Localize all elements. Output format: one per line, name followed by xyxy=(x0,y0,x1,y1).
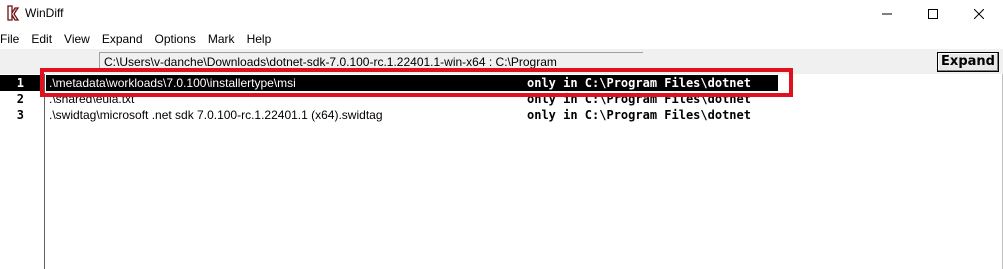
menu-help[interactable]: Help xyxy=(247,29,272,49)
close-icon xyxy=(974,8,984,19)
menu-bar: File Edit View Expand Options Mark Help xyxy=(0,29,283,49)
windiff-app-icon[interactable] xyxy=(6,5,20,21)
row-status: only in C:\Program Files\dotnet xyxy=(527,108,751,122)
close-button[interactable] xyxy=(956,0,1002,27)
minimize-button[interactable] xyxy=(864,0,910,27)
expand-button[interactable]: Expand xyxy=(937,52,999,72)
row-number: 2 xyxy=(16,92,24,106)
row-path: .\swidtag\microsoft .net sdk 7.0.100-rc.… xyxy=(49,108,383,122)
row-number: 3 xyxy=(16,108,24,122)
menu-mark[interactable]: Mark xyxy=(208,29,235,49)
menu-view[interactable]: View xyxy=(64,29,90,49)
highlight-annotation xyxy=(40,68,793,97)
menu-options[interactable]: Options xyxy=(155,29,196,49)
menu-expand[interactable]: Expand xyxy=(102,29,143,49)
maximize-button[interactable] xyxy=(910,0,956,27)
file-list-row[interactable]: 3 .\swidtag\microsoft .net sdk 7.0.100-r… xyxy=(0,107,1003,123)
maximize-icon xyxy=(928,8,938,19)
menu-edit[interactable]: Edit xyxy=(31,29,52,49)
window-title: WinDiff xyxy=(25,6,64,20)
title-bar: WinDiff xyxy=(0,0,1003,27)
menu-file[interactable]: File xyxy=(0,29,19,49)
minimize-icon xyxy=(882,13,892,14)
row-number: 1 xyxy=(16,76,24,90)
